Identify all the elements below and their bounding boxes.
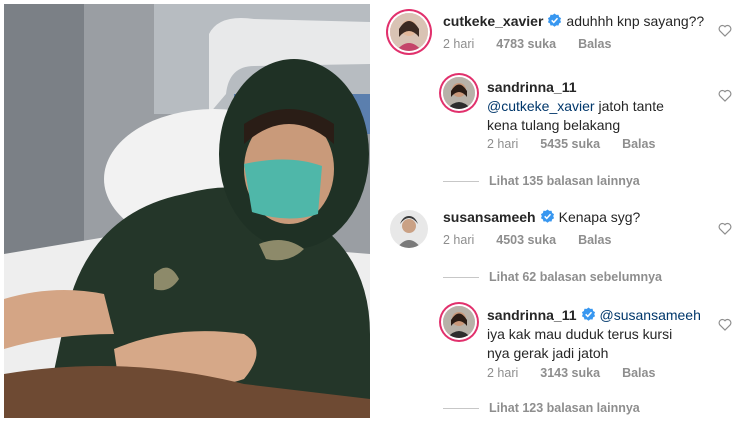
comment-text: aduhhh knp sayang?? [566, 13, 705, 29]
view-more-replies-link[interactable]: Lihat 123 balasan lainnya [443, 401, 640, 415]
avatar-woman-icon[interactable] [390, 210, 428, 248]
view-more-replies-link[interactable]: Lihat 135 balasan lainnya [443, 174, 640, 188]
comment-text-line1: iya kak mau duduk terus kursi [487, 326, 673, 342]
comment-text-line2: kena tulang belakang [487, 117, 621, 133]
reply-button[interactable]: Balas [622, 137, 655, 151]
comment-username[interactable]: sandrinna_11 [487, 79, 577, 95]
comment-time: 2 hari [487, 137, 519, 151]
comment-text: Kenapa syg? [558, 209, 641, 225]
post-photo [4, 4, 370, 418]
comment-time: 2 hari [443, 233, 475, 247]
comment-time: 2 hari [487, 366, 519, 380]
avatar-girl-icon[interactable] [443, 77, 475, 109]
view-previous-replies-link[interactable]: Lihat 62 balasan sebelumnya [443, 270, 662, 284]
avatar-girl-icon[interactable] [443, 306, 475, 338]
comments-panel: cutkeke_xavier aduhhh knp sayang?? 2 hari… [380, 0, 750, 422]
heart-icon[interactable] [718, 24, 732, 37]
comment-mention[interactable]: @cutkeke_xavier [487, 98, 595, 114]
comment-text-line2: nya gerak jadi jatoh [487, 345, 609, 361]
reply-button[interactable]: Balas [578, 37, 611, 51]
heart-icon[interactable] [718, 89, 732, 102]
comment-likes[interactable]: 3143 suka [540, 366, 600, 380]
comment-text-line1: jatoh tante [594, 98, 664, 114]
divider-line [443, 181, 479, 183]
verified-badge-icon [540, 209, 554, 223]
reply-button[interactable]: Balas [578, 233, 611, 247]
heart-icon[interactable] [718, 318, 732, 331]
comment-mention[interactable]: @susansameeh [600, 307, 701, 323]
view-replies-label: Lihat 135 balasan lainnya [489, 174, 640, 188]
comment-likes[interactable]: 4503 suka [496, 233, 556, 247]
divider-line [443, 408, 479, 410]
reply-button[interactable]: Balas [622, 366, 655, 380]
verified-badge-icon [581, 307, 595, 321]
divider-line [443, 277, 479, 279]
comment-username[interactable]: sandrinna_11 [487, 307, 577, 323]
verified-badge-icon [548, 13, 562, 27]
comment-time: 2 hari [443, 37, 475, 51]
view-replies-label: Lihat 62 balasan sebelumnya [489, 270, 662, 284]
heart-icon[interactable] [718, 222, 732, 235]
comment-username[interactable]: susansameeh [443, 209, 536, 225]
view-replies-label: Lihat 123 balasan lainnya [489, 401, 640, 415]
avatar-woman-icon[interactable] [390, 13, 428, 51]
comment-likes[interactable]: 5435 suka [540, 137, 600, 151]
comment-username[interactable]: cutkeke_xavier [443, 13, 543, 29]
comment-likes[interactable]: 4783 suka [496, 37, 556, 51]
